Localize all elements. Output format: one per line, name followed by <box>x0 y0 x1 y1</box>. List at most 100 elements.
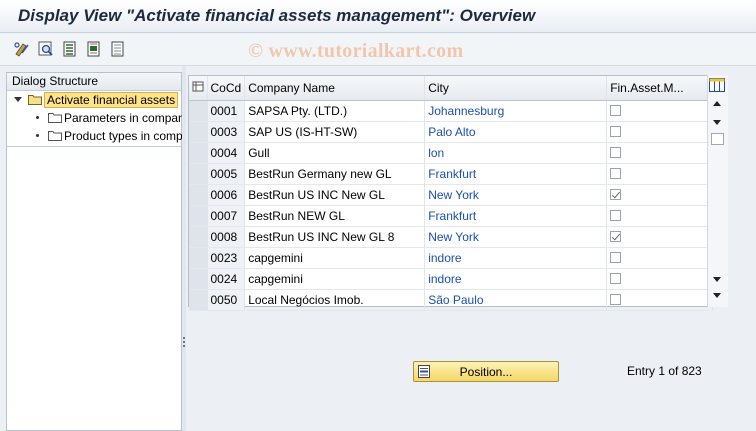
cell-company-name: BestRun US INC New GL <box>244 184 426 206</box>
cell-company-name: BestRun US INC New GL 8 <box>244 226 426 248</box>
company-code-table: CoCd Company Name City Fin.Asset.M... 00… <box>189 76 714 311</box>
watermark: © www.tutorialkart.com <box>248 40 464 62</box>
select-all-rows-icon[interactable] <box>189 76 208 101</box>
table-row[interactable]: 0001 SAPSA Pty. (LTD.) Johannesburg <box>189 100 714 122</box>
cell-cocd: 0004 <box>207 142 246 164</box>
table-row[interactable]: 0003 SAP US (IS-HT-SW) Palo Alto <box>189 121 714 143</box>
fin-asset-mgmt-checkbox[interactable] <box>610 231 622 242</box>
bullet-icon <box>36 116 39 119</box>
column-header-cocd[interactable]: CoCd <box>207 76 246 101</box>
column-header-city[interactable]: City <box>424 76 608 101</box>
cell-city: Frankfurt <box>424 205 608 227</box>
select-all-icon[interactable] <box>61 40 79 58</box>
scroll-page-down-icon[interactable] <box>713 277 721 282</box>
fin-asset-mgmt-checkbox[interactable] <box>610 168 622 179</box>
cell-cocd: 0001 <box>207 100 246 122</box>
scroll-down-icon[interactable] <box>713 120 721 125</box>
row-selector[interactable] <box>189 289 208 311</box>
table-row[interactable]: 0023 capgemini indore <box>189 247 714 269</box>
cell-city: indore <box>424 247 608 269</box>
row-selector[interactable] <box>189 205 208 227</box>
row-selector[interactable] <box>189 121 208 143</box>
tree-item-parameters-in-company-code[interactable]: Parameters in company code <box>36 110 182 127</box>
folder-open-icon <box>28 95 42 105</box>
fin-asset-mgmt-checkbox[interactable] <box>610 189 622 200</box>
display-change-icon[interactable] <box>13 40 31 58</box>
table-row[interactable]: 0007 BestRun NEW GL Frankfurt <box>189 205 714 227</box>
cell-cocd: 0023 <box>207 247 246 269</box>
position-button-label: Position... <box>459 365 513 379</box>
expand-triangle-icon[interactable] <box>14 97 22 102</box>
cell-cocd: 0007 <box>207 205 246 227</box>
vertical-scrollbar[interactable] <box>707 75 728 307</box>
row-selector[interactable] <box>189 163 208 185</box>
cell-cocd: 0050 <box>207 289 246 311</box>
cell-fin-asset-mgmt <box>606 226 714 248</box>
dialog-structure-panel: Dialog Structure Activate financial asse… <box>6 72 182 431</box>
title-bar: Display View "Activate financial assets … <box>0 0 756 33</box>
deselect-all-icon[interactable] <box>109 40 127 58</box>
table-row[interactable]: 0004 Gull lon <box>189 142 714 164</box>
table-control: CoCd Company Name City Fin.Asset.M... 00… <box>188 75 728 311</box>
fin-asset-mgmt-checkbox[interactable] <box>610 126 622 137</box>
tree-item-product-types-in-company-code[interactable]: Product types in company code <box>36 128 182 145</box>
cell-fin-asset-mgmt <box>606 121 714 143</box>
table-row[interactable]: 0024 capgemini indore <box>189 268 714 290</box>
tree-item-activate-financial-assets[interactable]: Activate financial assets <box>14 92 182 109</box>
table-row[interactable]: 0005 BestRun Germany new GL Frankfurt <box>189 163 714 185</box>
fin-asset-mgmt-checkbox[interactable] <box>610 252 622 263</box>
entry-counter: Entry 1 of 823 <box>627 364 702 378</box>
cell-city: lon <box>424 142 608 164</box>
row-selector[interactable] <box>189 247 208 269</box>
cell-company-name: Local Negócios Imob. <box>244 289 426 311</box>
splitter-grip-icon[interactable] <box>182 336 186 350</box>
cell-city: New York <box>424 226 608 248</box>
row-selector[interactable] <box>189 226 208 248</box>
row-selector[interactable] <box>189 184 208 206</box>
cell-fin-asset-mgmt <box>606 268 714 290</box>
row-selector[interactable] <box>189 142 208 164</box>
table-settings-icon[interactable] <box>708 77 726 93</box>
dialog-structure-tree: Activate financial assets Parameters in … <box>7 91 182 147</box>
find-icon[interactable] <box>37 40 55 58</box>
cell-city: Frankfurt <box>424 163 608 185</box>
cell-fin-asset-mgmt <box>606 100 714 122</box>
page-title: Display View "Activate financial assets … <box>18 6 536 25</box>
cell-city: New York <box>424 184 608 206</box>
scroll-up-icon[interactable] <box>713 101 721 106</box>
row-selector[interactable] <box>189 100 208 122</box>
panel-splitter[interactable] <box>182 66 186 431</box>
cell-fin-asset-mgmt <box>606 289 714 311</box>
row-selector[interactable] <box>189 268 208 290</box>
tree-item-label: Parameters in company code <box>64 111 182 125</box>
cell-company-name: BestRun NEW GL <box>244 205 426 227</box>
cell-city: São Paulo <box>424 289 608 311</box>
cell-company-name: SAPSA Pty. (LTD.) <box>244 100 426 122</box>
scroll-thumb[interactable] <box>711 133 724 145</box>
cell-city: Johannesburg <box>424 100 608 122</box>
fin-asset-mgmt-checkbox[interactable] <box>610 294 622 305</box>
fin-asset-mgmt-checkbox[interactable] <box>610 273 622 284</box>
table-header-row: CoCd Company Name City Fin.Asset.M... <box>189 76 714 101</box>
table-row[interactable]: 0050 Local Negócios Imob. São Paulo <box>189 289 714 311</box>
column-header-fin-asset-mgmt[interactable]: Fin.Asset.M... <box>606 76 714 101</box>
fin-asset-mgmt-checkbox[interactable] <box>610 105 622 116</box>
position-button[interactable]: Position... <box>413 361 559 382</box>
select-block-icon[interactable] <box>85 40 103 58</box>
cell-fin-asset-mgmt <box>606 247 714 269</box>
column-header-company-name[interactable]: Company Name <box>244 76 426 101</box>
fin-asset-mgmt-checkbox[interactable] <box>610 210 622 221</box>
cell-company-name: BestRun Germany new GL <box>244 163 426 185</box>
cell-company-name: capgemini <box>244 268 426 290</box>
bullet-icon <box>36 134 39 137</box>
cell-company-name: Gull <box>244 142 426 164</box>
table-row[interactable]: 0008 BestRun US INC New GL 8 New York <box>189 226 714 248</box>
cell-city: indore <box>424 268 608 290</box>
cell-cocd: 0008 <box>207 226 246 248</box>
tree-item-label: Activate financial assets <box>44 92 179 108</box>
folder-icon <box>48 131 62 141</box>
fin-asset-mgmt-checkbox[interactable] <box>610 147 622 158</box>
folder-icon <box>48 113 62 123</box>
scroll-end-icon[interactable] <box>713 293 721 298</box>
table-row[interactable]: 0006 BestRun US INC New GL New York <box>189 184 714 206</box>
